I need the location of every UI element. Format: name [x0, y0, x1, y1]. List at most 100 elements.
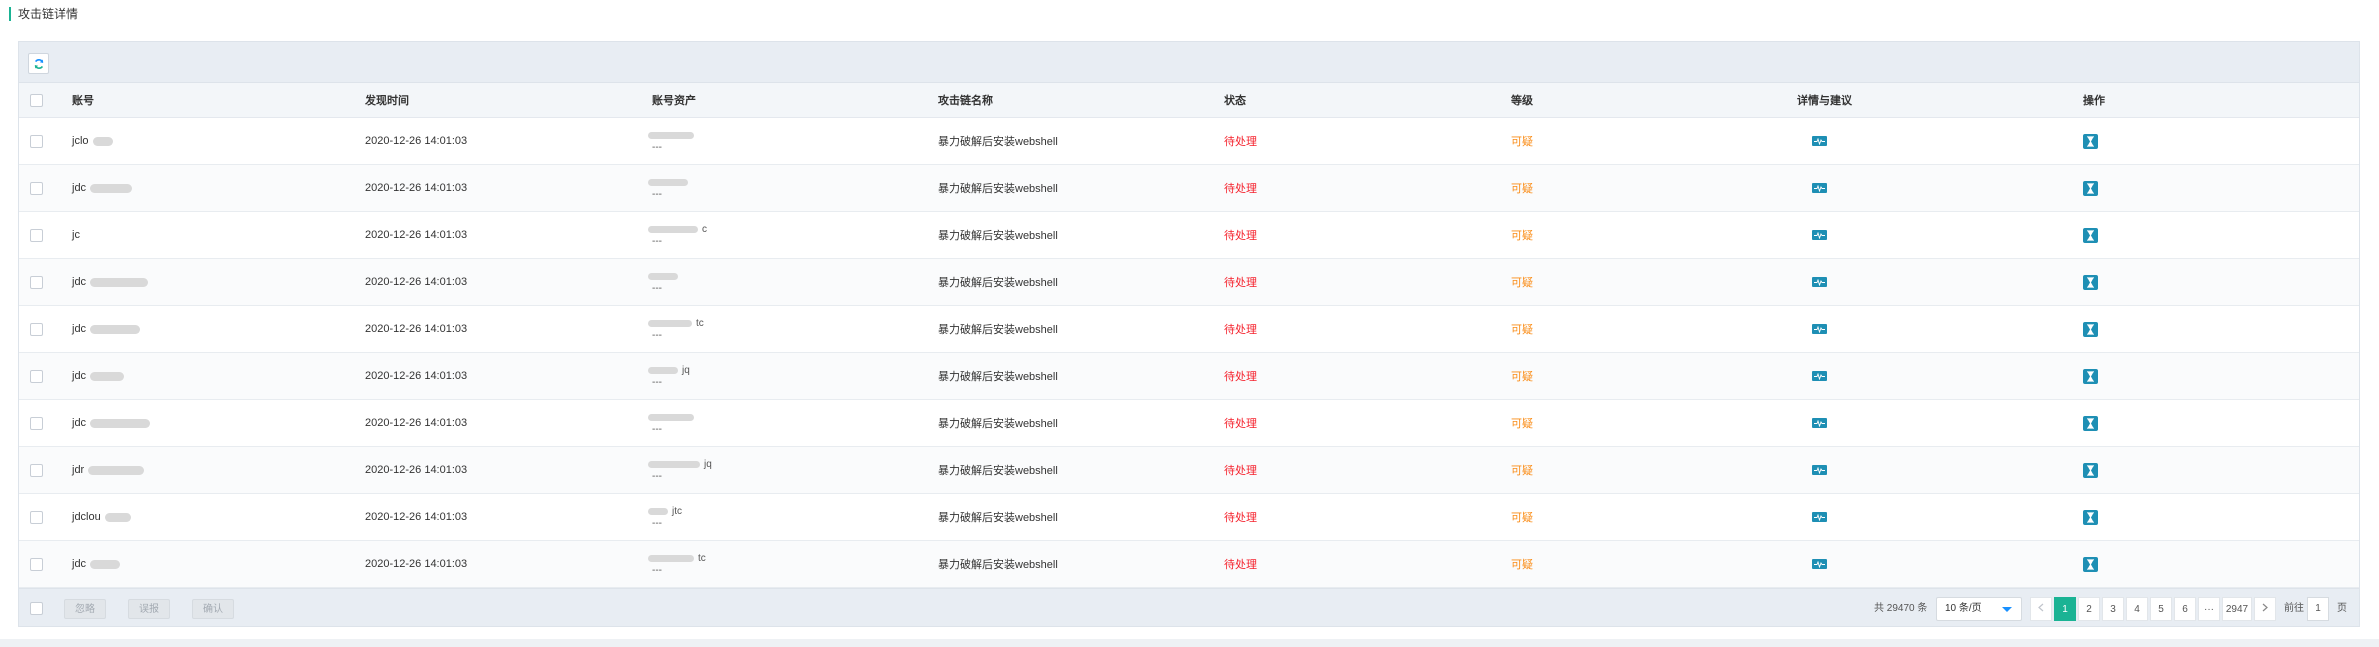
- table-row: jdr 2020-12-26 14:01:03 jq --- 暴力破解后安装webshe…: [19, 447, 2359, 494]
- detail-icon[interactable]: [1812, 324, 1827, 334]
- bottom-strip: [0, 639, 2379, 647]
- confirm-button[interactable]: 确认: [192, 599, 234, 619]
- chain-name-cell: 暴力破解后安装webshell: [938, 183, 1058, 195]
- detail-icon[interactable]: [1812, 559, 1827, 569]
- level-badge: 可疑: [1511, 230, 1533, 242]
- row-checkbox[interactable]: [30, 510, 43, 524]
- detail-icon[interactable]: [1812, 136, 1827, 146]
- asset-cell: ---: [648, 118, 698, 164]
- hourglass-icon[interactable]: [2083, 556, 2098, 572]
- account-cell: jclo: [72, 118, 113, 164]
- asset-text: jtc: [672, 506, 682, 517]
- page-button-last[interactable]: 2947: [2222, 597, 2252, 621]
- page-button-1[interactable]: 1: [2054, 597, 2076, 621]
- account-cell: jdc: [72, 400, 151, 446]
- table-row: jc 2020-12-26 14:01:03 c --- 暴力破解后安装webshell…: [19, 212, 2359, 259]
- detail-icon[interactable]: [1812, 418, 1827, 428]
- level-badge: 可疑: [1511, 183, 1533, 195]
- hourglass-icon[interactable]: [2083, 462, 2098, 478]
- row-checkbox[interactable]: [30, 369, 43, 383]
- time-cell: 2020-12-26 14:01:03: [365, 511, 468, 523]
- asset-text: tc: [698, 553, 706, 564]
- report-false-positive-button[interactable]: 误报: [128, 599, 170, 619]
- goto-page-input[interactable]: 1: [2307, 597, 2329, 621]
- redacted-mark: [90, 559, 121, 569]
- prev-page-button[interactable]: [2030, 597, 2052, 621]
- chain-name-cell: 暴力破解后安装webshell: [938, 230, 1058, 242]
- detail-icon[interactable]: [1812, 371, 1827, 381]
- table-row: jclo 2020-12-26 14:01:03 --- 暴力破解后安装webshel…: [19, 118, 2359, 165]
- asset-text: jq: [682, 365, 690, 376]
- hourglass-icon[interactable]: [2083, 415, 2098, 431]
- time-cell: 2020-12-26 14:01:03: [365, 464, 468, 476]
- page-button-4[interactable]: 4: [2126, 597, 2148, 621]
- refresh-button[interactable]: [28, 53, 49, 74]
- level-badge: 可疑: [1511, 465, 1533, 477]
- page-button-6[interactable]: 6: [2174, 597, 2196, 621]
- row-checkbox[interactable]: [30, 557, 43, 571]
- redacted-mark: [648, 131, 694, 139]
- hourglass-icon[interactable]: [2083, 180, 2098, 196]
- hourglass-icon[interactable]: [2083, 133, 2098, 149]
- detail-icon[interactable]: [1812, 277, 1827, 287]
- page-button-3[interactable]: 3: [2102, 597, 2124, 621]
- asset-cell: ---: [648, 165, 692, 211]
- hourglass-icon[interactable]: [2083, 509, 2098, 525]
- row-checkbox[interactable]: [30, 322, 43, 336]
- page-size-select[interactable]: 10 条/页: [1936, 597, 2022, 621]
- detail-icon[interactable]: [1812, 465, 1827, 475]
- row-checkbox[interactable]: [30, 275, 43, 289]
- redacted-mark: [648, 366, 678, 374]
- redacted-mark: [92, 136, 113, 146]
- row-checkbox[interactable]: [30, 416, 43, 430]
- page-ellipsis[interactable]: ···: [2198, 597, 2220, 621]
- page-button-5[interactable]: 5: [2150, 597, 2172, 621]
- redacted-mark: [648, 554, 694, 562]
- detail-icon[interactable]: [1812, 512, 1827, 522]
- asset-placeholder: ---: [652, 518, 662, 529]
- table-row: jdc 2020-12-26 14:01:03 jq --- 暴力破解后安装webshe…: [19, 353, 2359, 400]
- chain-name-cell: 暴力破解后安装webshell: [938, 512, 1058, 524]
- account-text: jdclou: [72, 511, 101, 523]
- select-all-checkbox[interactable]: [30, 93, 43, 107]
- row-checkbox[interactable]: [30, 134, 43, 148]
- next-page-button[interactable]: [2254, 597, 2276, 621]
- detail-icon[interactable]: [1812, 230, 1827, 240]
- table-row: jdc 2020-12-26 14:01:03 tc --- 暴力破解后安装webshe…: [19, 306, 2359, 353]
- row-checkbox[interactable]: [30, 228, 43, 242]
- account-cell: jdc: [72, 353, 125, 399]
- hourglass-icon[interactable]: [2083, 368, 2098, 384]
- account-text: jdc: [72, 370, 87, 382]
- redacted-mark: [90, 277, 149, 287]
- hourglass-icon[interactable]: [2083, 227, 2098, 243]
- level-badge: 可疑: [1511, 418, 1533, 430]
- chain-name-cell: 暴力破解后安装webshell: [938, 465, 1058, 477]
- account-cell: jdc: [72, 541, 121, 587]
- hourglass-icon[interactable]: [2083, 321, 2098, 337]
- asset-cell: jq ---: [648, 447, 712, 493]
- detail-icon[interactable]: [1812, 183, 1827, 193]
- total-count: 共 29470 条: [1874, 603, 1928, 614]
- status-badge: 待处理: [1224, 324, 1257, 336]
- chain-name-cell: 暴力破解后安装webshell: [938, 136, 1058, 148]
- page-button-2[interactable]: 2: [2078, 597, 2100, 621]
- column-header-asset: 账号资产: [652, 95, 696, 107]
- status-badge: 待处理: [1224, 512, 1257, 524]
- asset-cell: c ---: [648, 212, 707, 258]
- account-text: jclo: [72, 135, 89, 147]
- footer-select-all-checkbox[interactable]: [30, 601, 43, 615]
- asset-cell: ---: [648, 259, 682, 305]
- row-checkbox[interactable]: [30, 463, 43, 477]
- chain-name-cell: 暴力破解后安装webshell: [938, 371, 1058, 383]
- account-cell: jdc: [72, 306, 141, 352]
- page-unit-label: 页: [2337, 603, 2347, 614]
- redacted-mark: [90, 371, 125, 381]
- row-checkbox[interactable]: [30, 181, 43, 195]
- table-header: 账号 发现时间 账号资产 攻击链名称 状态 等级 详情与建议 操作: [19, 83, 2359, 118]
- chain-name-cell: 暴力破解后安装webshell: [938, 418, 1058, 430]
- hourglass-icon[interactable]: [2083, 274, 2098, 290]
- ignore-button[interactable]: 忽略: [64, 599, 106, 619]
- time-cell: 2020-12-26 14:01:03: [365, 135, 468, 147]
- redacted-mark: [648, 460, 700, 468]
- column-header-account: 账号: [72, 95, 94, 107]
